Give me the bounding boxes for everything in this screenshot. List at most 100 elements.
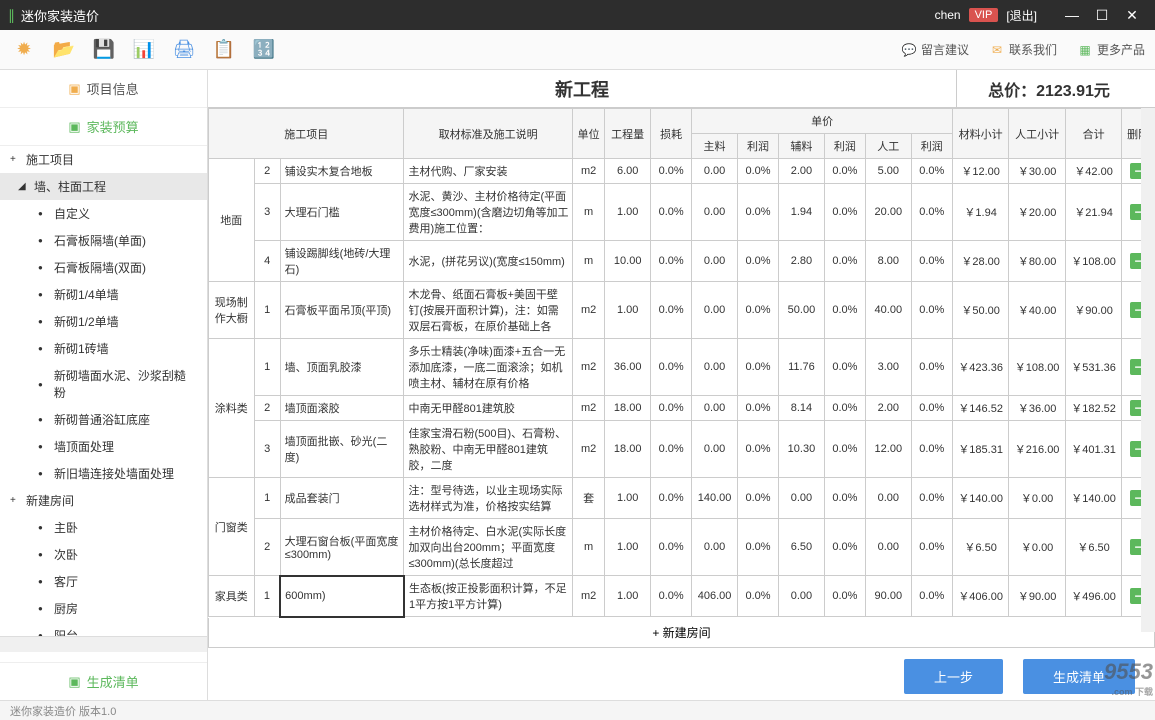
sidebar-hscrollbar[interactable] (0, 636, 207, 652)
minimize-button[interactable]: — (1057, 7, 1087, 23)
profit1[interactable]: 0.0% (737, 339, 778, 396)
item-name[interactable]: 石膏板平面吊顶(平顶) (280, 282, 404, 339)
profit3[interactable]: 0.0% (911, 576, 952, 617)
loss[interactable]: 0.0% (650, 339, 691, 396)
item-name[interactable]: 铺设实木复合地板 (280, 159, 404, 184)
tree-item[interactable]: ●新砌1/4单墙 (0, 281, 207, 308)
profit1[interactable]: 0.0% (737, 184, 778, 241)
tree-item[interactable]: +施工项目 (0, 146, 207, 173)
profit3[interactable]: 0.0% (911, 478, 952, 519)
labor-price[interactable]: 8.00 (866, 241, 912, 282)
tree-item[interactable]: ◢墙、柱面工程 (0, 173, 207, 200)
main-price[interactable]: 140.00 (692, 478, 738, 519)
profit2[interactable]: 0.0% (824, 184, 865, 241)
aux-price[interactable]: 10.30 (779, 421, 825, 478)
profit1[interactable]: 0.0% (737, 478, 778, 519)
contact-link[interactable]: ✉联系我们 (989, 41, 1057, 58)
loss[interactable]: 0.0% (650, 184, 691, 241)
tree-item[interactable]: ●石膏板隔墙(单面) (0, 227, 207, 254)
profit1[interactable]: 0.0% (737, 282, 778, 339)
aux-price[interactable]: 6.50 (779, 519, 825, 576)
labor-price[interactable]: 2.00 (866, 396, 912, 421)
main-price[interactable]: 0.00 (692, 339, 738, 396)
loss[interactable]: 0.0% (650, 396, 691, 421)
qty[interactable]: 10.00 (605, 241, 651, 282)
tab-budget[interactable]: ▣家装预算 (0, 108, 207, 146)
aux-price[interactable]: 11.76 (779, 339, 825, 396)
aux-price[interactable]: 1.94 (779, 184, 825, 241)
labor-price[interactable]: 20.00 (866, 184, 912, 241)
generate-button[interactable]: 生成清单 (1023, 659, 1135, 694)
aux-price[interactable]: 2.00 (779, 159, 825, 184)
labor-price[interactable]: 3.00 (866, 339, 912, 396)
qty[interactable]: 1.00 (605, 576, 651, 617)
main-price[interactable]: 0.00 (692, 184, 738, 241)
loss[interactable]: 0.0% (650, 421, 691, 478)
profit2[interactable]: 0.0% (824, 159, 865, 184)
feedback-link[interactable]: 💬留言建议 (901, 41, 969, 58)
labor-price[interactable]: 12.00 (866, 421, 912, 478)
aux-price[interactable]: 8.14 (779, 396, 825, 421)
tab-project-info[interactable]: ▣项目信息 (0, 70, 207, 108)
profit2[interactable]: 0.0% (824, 339, 865, 396)
aux-price[interactable]: 0.00 (779, 576, 825, 617)
labor-price[interactable]: 5.00 (866, 159, 912, 184)
main-price[interactable]: 0.00 (692, 421, 738, 478)
qty[interactable]: 1.00 (605, 478, 651, 519)
main-price[interactable]: 406.00 (692, 576, 738, 617)
profit3[interactable]: 0.0% (911, 282, 952, 339)
main-price[interactable]: 0.00 (692, 396, 738, 421)
main-price[interactable]: 0.00 (692, 241, 738, 282)
profit1[interactable]: 0.0% (737, 519, 778, 576)
main-price[interactable]: 0.00 (692, 159, 738, 184)
calc-icon[interactable]: 🔢 (250, 36, 278, 64)
qty[interactable]: 18.00 (605, 421, 651, 478)
tree-item[interactable]: ●新砌墙面水泥、沙浆刮糙粉 (0, 362, 207, 406)
qty[interactable]: 1.00 (605, 519, 651, 576)
labor-price[interactable]: 0.00 (866, 478, 912, 519)
loss[interactable]: 0.0% (650, 519, 691, 576)
profit3[interactable]: 0.0% (911, 241, 952, 282)
labor-price[interactable]: 40.00 (866, 282, 912, 339)
tree-item[interactable]: ●新砌普通浴缸底座 (0, 406, 207, 433)
qty[interactable]: 1.00 (605, 282, 651, 339)
main-price[interactable]: 0.00 (692, 519, 738, 576)
loss[interactable]: 0.0% (650, 576, 691, 617)
profit3[interactable]: 0.0% (911, 159, 952, 184)
labor-price[interactable]: 0.00 (866, 519, 912, 576)
excel-icon[interactable]: 📊 (130, 36, 158, 64)
loss[interactable]: 0.0% (650, 478, 691, 519)
profit1[interactable]: 0.0% (737, 396, 778, 421)
item-name[interactable]: 墙顶面滚胶 (280, 396, 404, 421)
tree-item[interactable]: ●厨房 (0, 595, 207, 622)
item-name[interactable]: 600mm) (280, 576, 404, 617)
profit1[interactable]: 0.0% (737, 241, 778, 282)
list-icon[interactable]: 📋 (210, 36, 238, 64)
add-room-button[interactable]: + 新建房间 (208, 618, 1155, 648)
item-name[interactable]: 墙、顶面乳胶漆 (280, 339, 404, 396)
profit2[interactable]: 0.0% (824, 519, 865, 576)
close-button[interactable]: ✕ (1117, 7, 1147, 24)
tree-item[interactable]: ●次卧 (0, 541, 207, 568)
aux-price[interactable]: 2.80 (779, 241, 825, 282)
loss[interactable]: 0.0% (650, 282, 691, 339)
profit2[interactable]: 0.0% (824, 421, 865, 478)
loss[interactable]: 0.0% (650, 241, 691, 282)
qty[interactable]: 6.00 (605, 159, 651, 184)
tree-item[interactable]: ●石膏板隔墙(双面) (0, 254, 207, 281)
new-icon[interactable]: ✹ (10, 36, 38, 64)
tree-item[interactable]: ●墙顶面处理 (0, 433, 207, 460)
main-price[interactable]: 0.00 (692, 282, 738, 339)
item-name[interactable]: 大理石门槛 (280, 184, 404, 241)
aux-price[interactable]: 50.00 (779, 282, 825, 339)
content-vscrollbar[interactable] (1141, 108, 1155, 632)
qty[interactable]: 18.00 (605, 396, 651, 421)
open-icon[interactable]: 📂 (50, 36, 78, 64)
tree-item[interactable]: ●客厅 (0, 568, 207, 595)
profit2[interactable]: 0.0% (824, 576, 865, 617)
maximize-button[interactable]: ☐ (1087, 7, 1117, 24)
profit3[interactable]: 0.0% (911, 421, 952, 478)
prev-button[interactable]: 上一步 (904, 659, 1003, 694)
print-icon[interactable]: 🖨 (170, 36, 198, 64)
profit2[interactable]: 0.0% (824, 396, 865, 421)
